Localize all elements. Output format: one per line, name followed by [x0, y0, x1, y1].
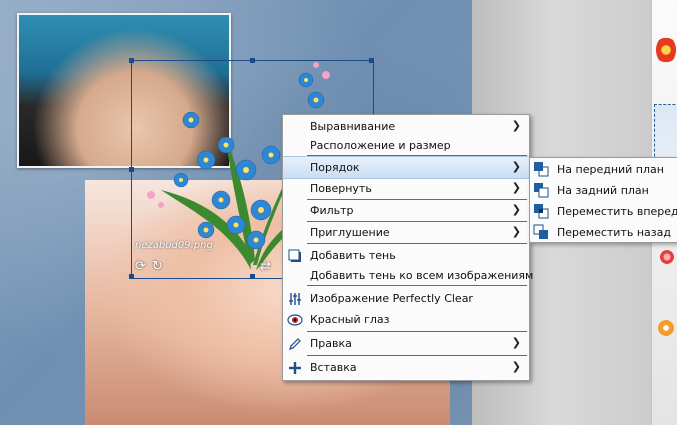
menu-item-position-size[interactable]: Расположение и размер	[283, 135, 529, 156]
menu-item-label: Вставка	[310, 361, 357, 374]
send-backward-icon	[533, 224, 550, 241]
chevron-right-icon: ❯	[511, 160, 521, 173]
submenu-bring-forward[interactable]: Переместить вперед	[530, 201, 677, 222]
chevron-right-icon: ❯	[511, 181, 521, 194]
chevron-right-icon: ❯	[511, 336, 521, 349]
menu-item-order[interactable]: Порядок ❯	[283, 156, 529, 179]
context-menu: Выравнивание ❯ Расположение и размер Пор…	[282, 114, 533, 381]
menu-item-label: Повернуть	[310, 182, 372, 195]
submenu-item-label: Переместить назад	[557, 226, 671, 239]
menu-item-label: Добавить тень ко всем изображениям	[310, 269, 534, 282]
sliders-icon	[286, 290, 304, 308]
shadow-icon	[286, 247, 304, 265]
menu-item-edit[interactable]: Правка ❯	[283, 333, 529, 354]
menu-item-add-shadow[interactable]: Добавить тень	[283, 245, 529, 266]
menu-item-label: Изображение Perfectly Clear	[310, 292, 473, 305]
chevron-right-icon: ❯	[511, 119, 521, 132]
menu-separator	[307, 331, 527, 332]
bring-forward-icon	[533, 203, 550, 220]
chevron-right-icon: ❯	[511, 225, 521, 238]
submenu-item-label: На передний план	[557, 163, 664, 176]
plus-icon	[286, 359, 304, 377]
menu-item-perfectly-clear[interactable]: Изображение Perfectly Clear	[283, 288, 529, 309]
menu-item-label: Порядок	[310, 161, 360, 174]
bring-to-front-icon	[533, 161, 550, 178]
resize-handle-n[interactable]	[250, 58, 255, 63]
chevron-right-icon: ❯	[511, 203, 521, 216]
resize-handle-nw[interactable]	[129, 58, 134, 63]
submenu-item-label: Переместить вперед	[557, 205, 677, 218]
resize-handle-ne[interactable]	[369, 58, 374, 63]
resize-handle-w[interactable]	[129, 167, 134, 172]
menu-item-label: Приглушение	[310, 226, 390, 239]
submenu-send-to-back[interactable]: На задний план	[530, 180, 677, 201]
resize-handle-s[interactable]	[250, 274, 255, 279]
menu-item-label: Фильтр	[310, 204, 354, 217]
chevron-right-icon: ❯	[511, 360, 521, 373]
thumbnail-flower-red-2[interactable]	[660, 250, 674, 264]
rotate-icon[interactable]: ⟳	[135, 259, 146, 274]
thumbnail-flower-orange[interactable]	[658, 320, 674, 336]
menu-separator	[307, 285, 527, 286]
send-to-back-icon	[533, 182, 550, 199]
thumbnail-flower-red[interactable]	[656, 36, 676, 64]
menu-item-label: Расположение и размер	[310, 139, 451, 152]
menu-item-label: Красный глаз	[310, 313, 390, 326]
resize-handle-sw[interactable]	[129, 274, 134, 279]
submenu-send-backward[interactable]: Переместить назад	[530, 222, 677, 243]
menu-item-red-eye[interactable]: Красный глаз	[283, 309, 529, 330]
menu-item-dim[interactable]: Приглушение ❯	[283, 222, 529, 243]
menu-separator	[307, 243, 527, 244]
flip-icon[interactable]: ↻	[152, 259, 163, 274]
submenu-item-label: На задний план	[557, 184, 649, 197]
pencil-icon	[286, 335, 304, 353]
watermark-text: nezabud09.png	[135, 240, 213, 251]
submenu-bring-to-front[interactable]: На передний план	[530, 159, 677, 180]
order-submenu: На передний план На задний план Перемест…	[529, 157, 677, 243]
menu-item-insert[interactable]: Вставка ❯	[283, 357, 529, 378]
swap-icon[interactable]: ⇄	[260, 259, 271, 274]
menu-item-label: Правка	[310, 337, 352, 350]
menu-item-filter[interactable]: Фильтр ❯	[283, 200, 529, 221]
menu-item-alignment[interactable]: Выравнивание ❯	[283, 116, 529, 137]
menu-item-add-shadow-all[interactable]: Добавить тень ко всем изображениям	[283, 265, 533, 286]
menu-item-rotate[interactable]: Повернуть ❯	[283, 178, 529, 199]
eye-icon	[286, 311, 304, 329]
menu-item-label: Выравнивание	[310, 120, 396, 133]
menu-item-label: Добавить тень	[310, 249, 396, 262]
menu-separator	[307, 355, 527, 356]
